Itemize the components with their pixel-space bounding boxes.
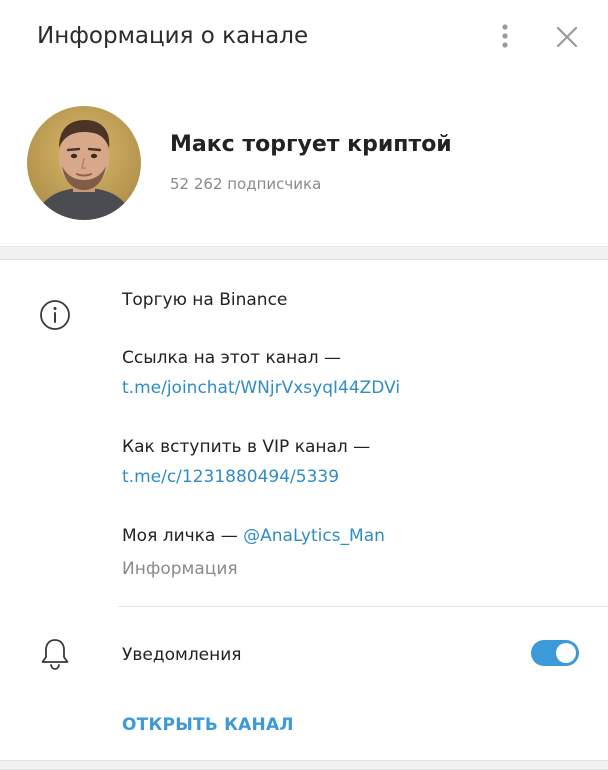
vip-link[interactable]: t.me/c/1231880494/5339 <box>122 465 339 489</box>
bell-icon <box>38 636 72 672</box>
toggle-knob <box>556 643 576 663</box>
notifications-toggle[interactable] <box>531 640 579 666</box>
channel-name: Макс торгует криптой <box>170 132 452 157</box>
description-line: Как вступить в VIP канал — <box>122 437 371 457</box>
personal-contact-label: Моя личка — <box>122 526 244 546</box>
row-divider <box>118 606 608 607</box>
panel-title: Информация о канале <box>37 23 309 49</box>
channel-profile: Макс торгует криптой 52 262 подписчика <box>0 76 608 246</box>
close-icon[interactable] <box>552 22 582 52</box>
description-line: Ссылка на этот канал — <box>122 348 341 368</box>
info-icon <box>36 296 74 334</box>
channel-link[interactable]: t.me/joinchat/WNjrVxsyqI44ZDVi <box>122 376 400 400</box>
subscriber-count: 52 262 подписчика <box>170 175 322 193</box>
info-caption: Информация <box>122 559 238 579</box>
panel-header: Информация о канале <box>0 0 608 76</box>
avatar[interactable] <box>27 106 141 220</box>
open-channel-button[interactable]: ОТКРЫТЬ КАНАЛ <box>122 713 294 737</box>
section-divider <box>0 246 608 260</box>
bottom-divider <box>0 760 608 770</box>
description-line: Торгую на Binance <box>122 290 288 310</box>
more-vertical-icon[interactable] <box>492 21 518 53</box>
username-link[interactable]: @AnaLytics_Man <box>243 526 385 546</box>
notifications-label: Уведомления <box>122 645 242 665</box>
description-line: Моя личка — @AnaLytics_Man <box>122 524 385 548</box>
